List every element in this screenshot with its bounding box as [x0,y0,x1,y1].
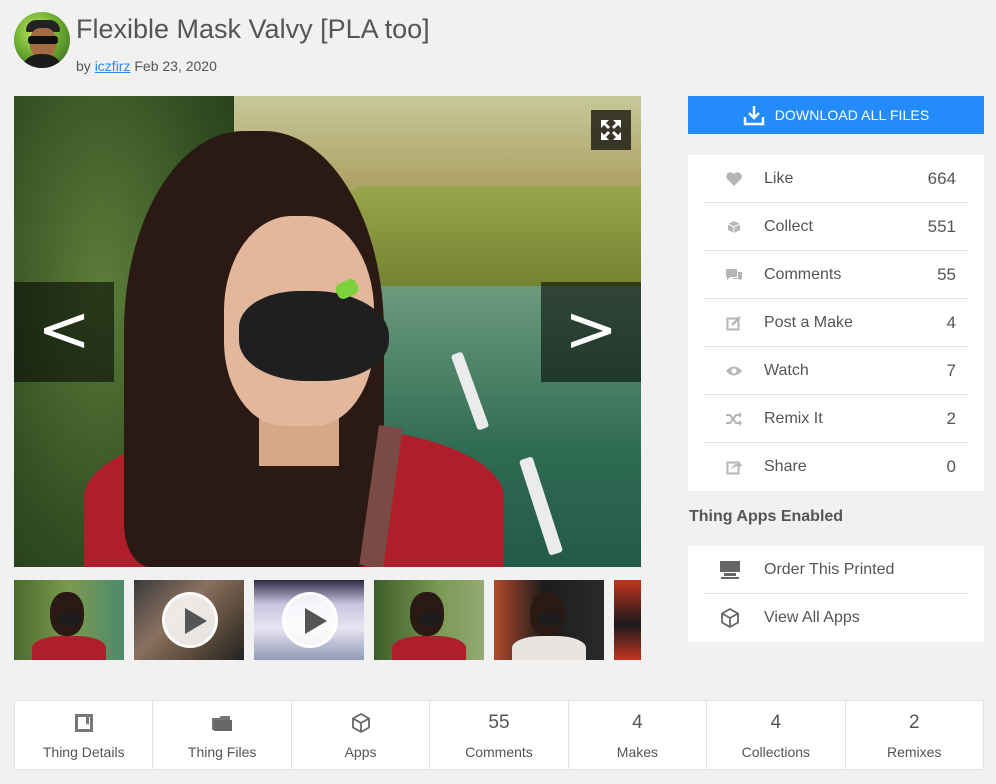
tab-count: 4 [632,712,643,733]
stat-count: 2 [946,408,956,428]
thumbnail-top [512,636,586,660]
gallery-prev-button[interactable]: < [14,282,114,382]
main-gallery: < > [14,96,641,567]
author-link[interactable]: iczfirz [95,58,131,74]
collect-button[interactable]: Collect 551 [704,203,968,251]
tab-label: Thing Details [42,744,125,760]
by-label: by [76,58,91,74]
collect-icon [704,219,764,235]
photo-mask [239,291,389,381]
tab-count: 2 [908,712,920,733]
stat-count: 55 [937,264,956,284]
tab-label: Thing Files [187,744,257,760]
cube-icon [704,607,756,628]
thumbnail-hoodie [392,636,466,660]
thumbnail-hoodie [32,636,106,660]
view-all-apps-button[interactable]: View All Apps [704,594,968,641]
apps-panel: Order This Printed View All Apps [688,546,984,642]
stat-count: 7 [946,360,956,380]
tab-apps[interactable]: Apps [292,701,431,769]
comments-button[interactable]: Comments 55 [704,251,968,299]
tab-label: Collections [741,744,811,760]
page-title: Flexible Mask Valvy [PLA too] [76,14,430,44]
publish-date: Feb 23, 2020 [134,58,217,74]
gallery-next-button[interactable]: > [541,282,641,382]
tab-label: Remixes [887,744,942,760]
download-label: DOWNLOAD ALL FILES [774,107,930,123]
stat-label: Watch [764,361,809,379]
thumbnail-mask [418,612,442,626]
expand-icon [601,120,621,140]
folder-icon [212,716,233,731]
byline: by iczfirz Feb 23, 2020 [76,58,217,74]
tab-thing-details[interactable]: Thing Details [15,701,154,769]
thumbnail-video-2[interactable] [254,580,364,660]
download-icon [743,106,764,126]
author-avatar[interactable] [14,12,70,68]
app-label: Order This Printed [764,560,895,578]
stat-count: 551 [927,216,956,236]
remix-icon [704,411,764,426]
thumbnail-strip [14,580,641,660]
tab-label: Comments [465,744,533,760]
stat-label: Comments [764,265,842,283]
thumbnail-6[interactable] [614,580,641,660]
thumbnail-bg [614,580,641,660]
fullscreen-button[interactable] [591,110,631,150]
stat-count: 4 [946,312,956,332]
stat-label: Remix It [764,409,823,427]
stat-count: 664 [927,168,956,188]
order-printed-button[interactable]: Order This Printed [704,546,968,594]
eye-icon [704,365,764,377]
stat-label: Post a Make [764,313,853,331]
thumbnail-mask [58,612,82,626]
stat-label: Collect [764,217,813,235]
apps-heading: Thing Apps Enabled [689,508,844,525]
stats-panel: Like 664 Collect 551 Comments 55 Post a … [688,155,984,491]
share-button[interactable]: Share 0 [704,443,968,490]
play-icon [162,592,218,648]
stat-count: 0 [946,456,956,476]
tab-count: 55 [488,712,510,733]
comments-icon [704,267,764,283]
download-all-files-button[interactable]: DOWNLOAD ALL FILES [688,96,984,134]
app-label: View All Apps [764,608,860,626]
remix-button[interactable]: Remix It 2 [704,395,968,443]
like-button[interactable]: Like 664 [704,155,968,203]
tab-thing-files[interactable]: Thing Files [153,701,292,769]
tab-collections[interactable]: 4 Collections [707,701,846,769]
avatar-shades [28,36,58,44]
details-icon [74,714,93,732]
thumbnail-1[interactable] [14,580,124,660]
thumbnail-mask [538,612,562,626]
tab-label: Makes [616,744,659,760]
tab-comments[interactable]: 55 Comments [430,701,569,769]
play-icon [282,592,338,648]
thumbnail-5[interactable] [494,580,604,660]
post-a-make-button[interactable]: Post a Make 4 [704,299,968,347]
stat-label: Like [764,169,794,187]
cube-icon [351,713,370,733]
thing-tabs: Thing Details Thing Files Apps 55 Commen… [14,700,984,770]
tab-label: Apps [344,744,377,760]
share-icon [704,459,764,475]
tab-remixes[interactable]: 2 Remixes [846,701,983,769]
watch-button[interactable]: Watch 7 [704,347,968,395]
thumbnail-video-1[interactable] [134,580,244,660]
printer-icon [704,560,756,580]
thumbnail-4[interactable] [374,580,484,660]
post-make-icon [704,315,764,331]
avatar-body [20,54,64,68]
tab-makes[interactable]: 4 Makes [569,701,708,769]
tab-count: 4 [770,712,782,733]
heart-icon [704,171,764,187]
stat-label: Share [764,457,807,475]
photo-hedge [344,186,641,296]
